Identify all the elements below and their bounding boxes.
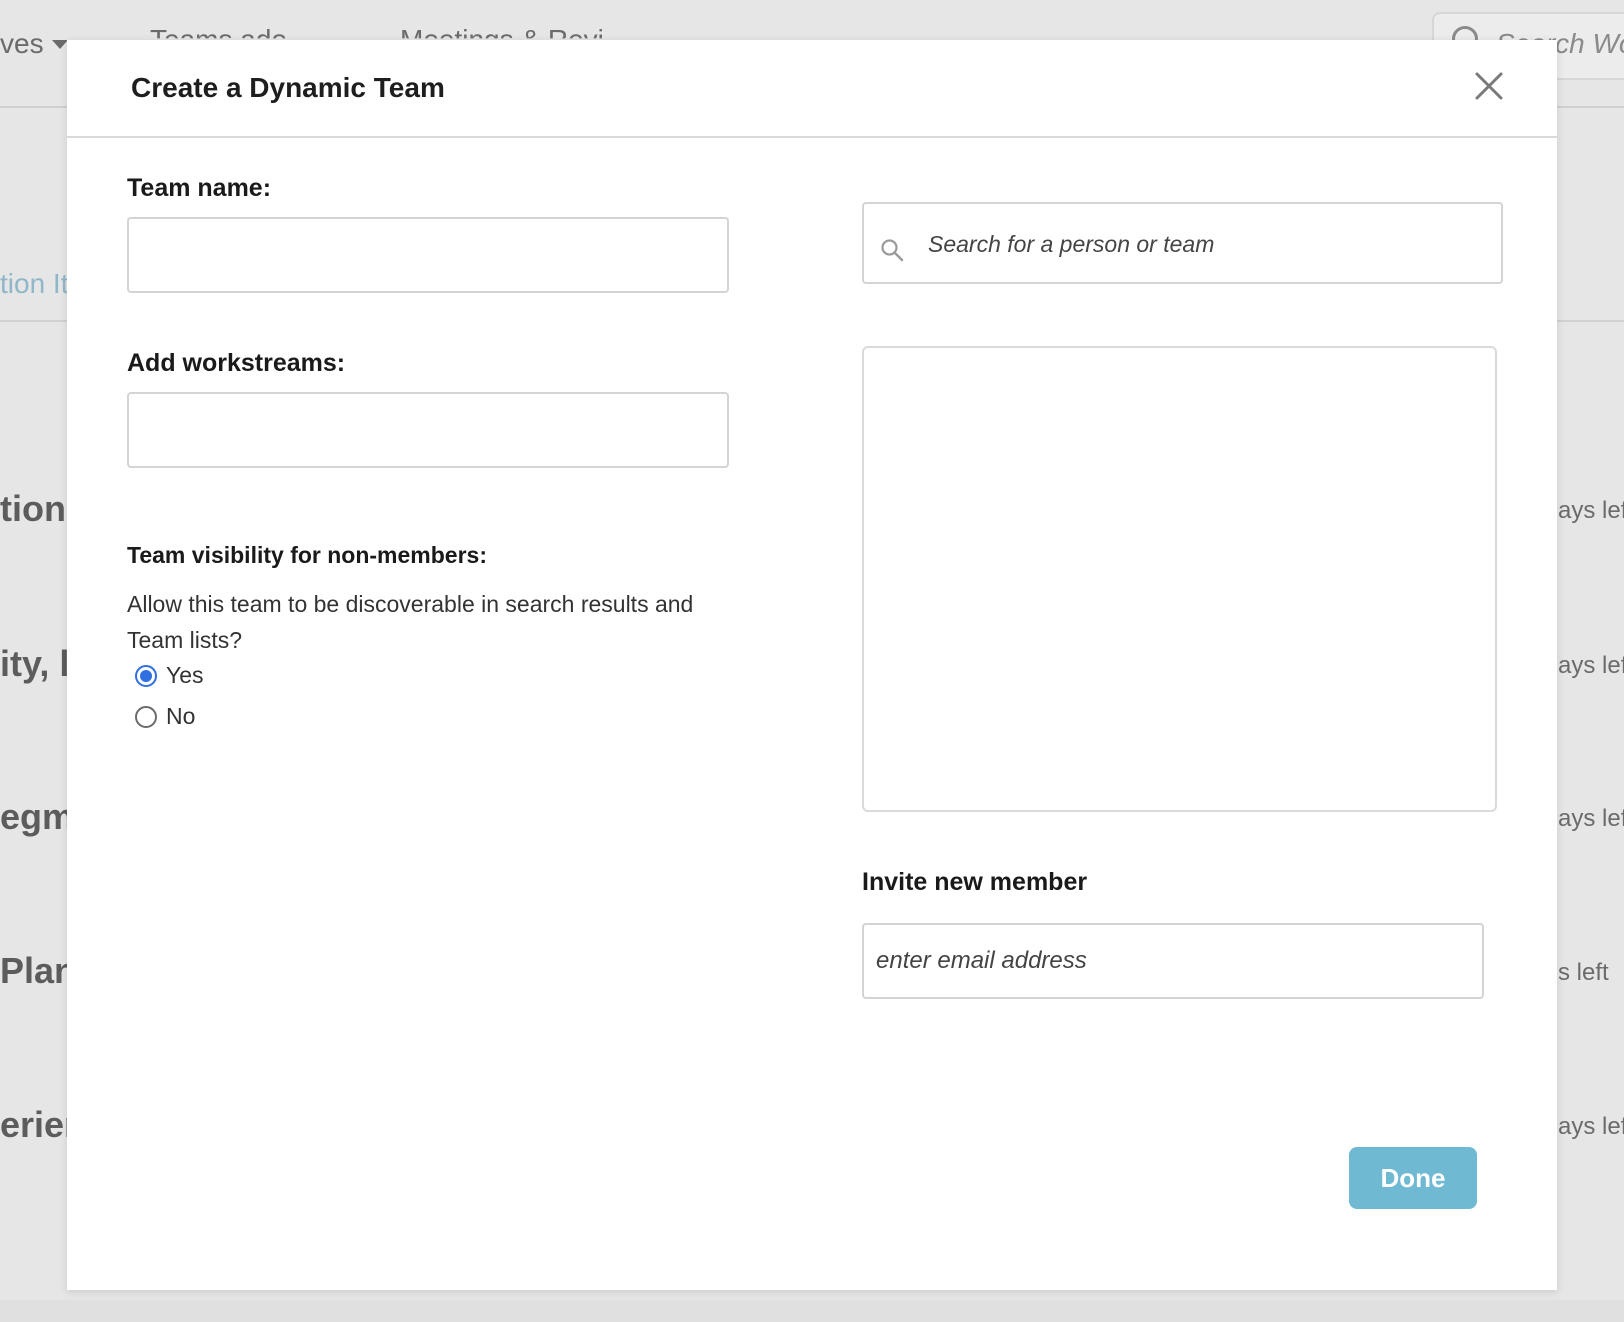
close-button[interactable] (1469, 66, 1509, 106)
chevron-down-icon (52, 40, 68, 49)
create-team-dialog: Create a Dynamic Team Team name: Add wor… (67, 40, 1557, 1290)
team-name-input[interactable] (127, 217, 729, 293)
selected-members-list[interactable] (862, 346, 1497, 812)
background-row-meta: s left (1558, 959, 1609, 986)
background-row-title: ity, l (0, 643, 70, 684)
background-row-meta: ays lef (1558, 805, 1624, 832)
dialog-title: Create a Dynamic Team (131, 72, 445, 103)
dialog-header: Create a Dynamic Team (67, 40, 1557, 138)
visibility-option-no[interactable]: No (135, 703, 195, 730)
background-footer (0, 1300, 1624, 1322)
background-nav-item: ves (0, 28, 44, 59)
done-button[interactable]: Done (1349, 1147, 1477, 1209)
invite-member-label: Invite new member (862, 868, 1088, 896)
visibility-option-yes[interactable]: Yes (135, 662, 204, 689)
background-row-meta: ays lef (1558, 497, 1624, 524)
workstreams-label: Add workstreams: (127, 349, 346, 377)
background-row-title: Plan (0, 950, 77, 991)
radio-button[interactable] (135, 705, 157, 728)
radio-button-selected[interactable] (135, 664, 157, 687)
background-link: tion It (0, 268, 69, 299)
visibility-option-label: Yes (166, 662, 204, 688)
workstreams-input[interactable] (127, 392, 729, 468)
close-icon (1475, 72, 1503, 100)
member-search-box (862, 202, 1503, 284)
member-search-input[interactable] (926, 222, 1490, 266)
search-icon (881, 239, 904, 262)
visibility-label: Team visibility for non-members: (127, 542, 487, 568)
visibility-option-label: No (166, 703, 196, 729)
background-row-title: egm (0, 796, 75, 837)
visibility-question: Allow this team to be discoverable in se… (127, 591, 694, 653)
invite-email-input[interactable] (862, 923, 1484, 999)
background-row-meta: ays lef (1558, 1113, 1624, 1140)
background-row-meta: ays lef (1558, 652, 1624, 679)
team-name-label: Team name: (127, 174, 272, 202)
